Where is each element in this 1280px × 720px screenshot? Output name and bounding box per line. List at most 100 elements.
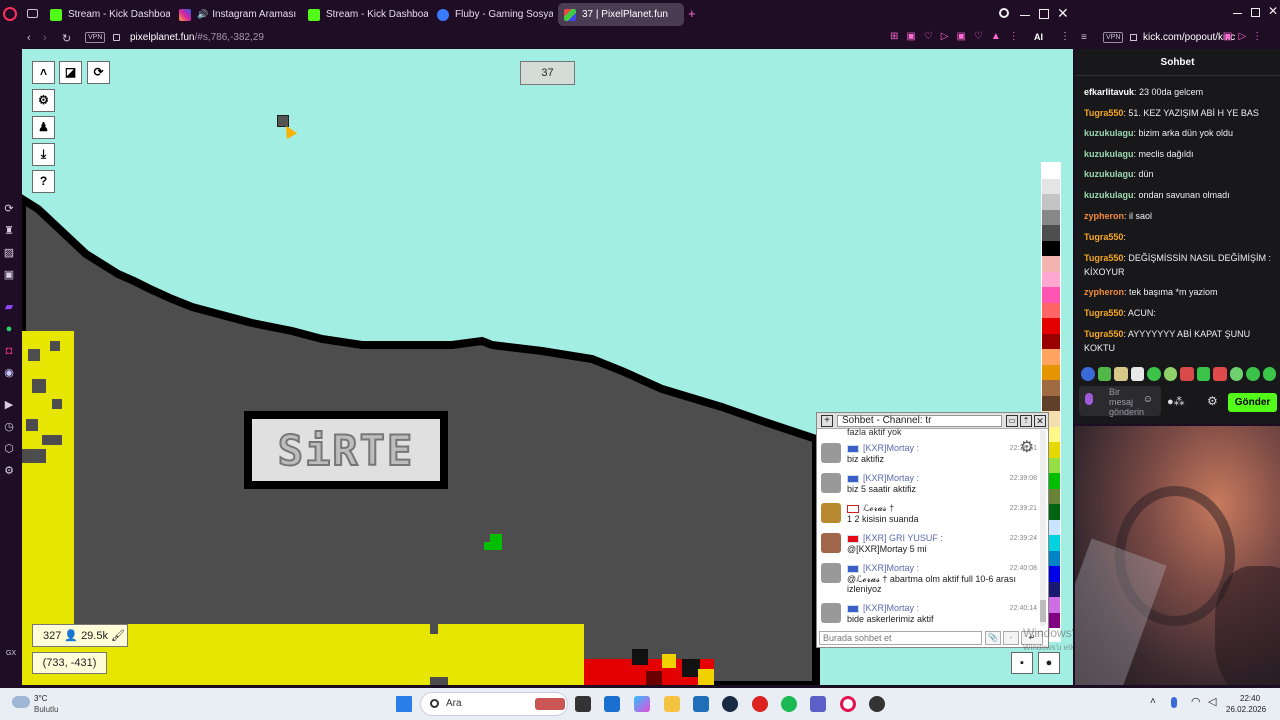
palette-color-0[interactable]: [1042, 163, 1060, 179]
opera-gx-icon[interactable]: [840, 696, 856, 712]
mic-tray-icon[interactable]: [1171, 697, 1177, 708]
emoji-button[interactable]: ·: [1003, 631, 1019, 645]
collapse-menu-button[interactable]: ˄: [32, 61, 55, 84]
emote-icon[interactable]: [1246, 367, 1260, 381]
tab-instagram[interactable]: 🔊 Instagram Araması: [173, 3, 299, 26]
maximize-icon-2[interactable]: [1251, 8, 1260, 17]
canvas-select-button[interactable]: ◪: [59, 61, 82, 84]
kick-username[interactable]: kuzukulagu: [1084, 128, 1134, 138]
lock-icon[interactable]: [113, 34, 120, 41]
kick-username[interactable]: zypheron: [1084, 287, 1124, 297]
chat-close-icon[interactable]: ✕: [1034, 414, 1046, 427]
palette-color-3[interactable]: [1042, 209, 1060, 225]
chat-username[interactable]: ℒ𝓸𝓻𝓪𝓼 †: [847, 503, 894, 514]
attach-icon[interactable]: 📎: [985, 631, 1001, 645]
menu-lines-icon[interactable]: ≡: [1081, 32, 1087, 43]
emote-icon[interactable]: [1130, 367, 1144, 381]
forward-icon[interactable]: ›: [43, 32, 47, 44]
teams-icon[interactable]: [810, 696, 826, 712]
weather-icon[interactable]: [12, 696, 30, 708]
tab-kick-dashboard-2[interactable]: Stream - Kick Dashboard: [302, 3, 428, 26]
speaker-icon[interactable]: 🔊: [197, 9, 208, 20]
palette-color-15[interactable]: [1042, 395, 1060, 411]
weather-desc[interactable]: Bulutlu: [34, 705, 58, 714]
download-button[interactable]: ⤓: [32, 143, 55, 166]
chat-username[interactable]: [KXR]Mortay :: [847, 443, 919, 453]
kick-settings-icon[interactable]: ⚙: [1207, 394, 1218, 408]
copilot-icon[interactable]: [634, 696, 650, 712]
chat-input[interactable]: Burada sohbet et: [819, 631, 982, 645]
instagram-sidebar-icon[interactable]: ◘: [2, 344, 16, 358]
chat-toggle-button[interactable]: ▪: [1011, 652, 1033, 674]
ai-button[interactable]: AI: [1034, 32, 1043, 42]
search-tabs-icon[interactable]: [999, 8, 1009, 18]
palette-color-12[interactable]: [1042, 349, 1060, 365]
kick-emote-row[interactable]: [1081, 367, 1276, 381]
chat-popout-icon[interactable]: ▭: [1006, 414, 1018, 427]
chat-scrollbar[interactable]: [1040, 430, 1046, 626]
move-button[interactable]: ⟳: [87, 61, 110, 84]
tab-fluby[interactable]: Fluby - Gaming Sosyal Me: [431, 3, 553, 26]
kick-username[interactable]: kuzukulagu: [1084, 169, 1134, 179]
emote-icon[interactable]: [1262, 367, 1276, 381]
emote-icon[interactable]: [1147, 367, 1161, 381]
kick-message-input[interactable]: Bir mesaj gönderin ☺: [1079, 386, 1161, 417]
chat-username[interactable]: [KXR]Mortay :: [847, 563, 919, 573]
lock-icon-2[interactable]: [1130, 34, 1137, 41]
kick-username[interactable]: Tugra550: [1084, 253, 1123, 263]
kick-username[interactable]: kuzukulagu: [1084, 190, 1134, 200]
kick-username[interactable]: Tugra550: [1084, 308, 1123, 318]
task-view-icon[interactable]: [575, 696, 591, 712]
whatsapp-icon[interactable]: ●: [2, 322, 16, 336]
store-icon[interactable]: [693, 696, 709, 712]
settings-icon[interactable]: ⚙: [2, 464, 16, 478]
vpn-badge[interactable]: VPN: [85, 32, 106, 43]
palette-color-9[interactable]: [1042, 302, 1060, 318]
outlook-icon[interactable]: [604, 696, 620, 712]
palette-color-13[interactable]: [1042, 364, 1060, 380]
player-icon[interactable]: ▶: [2, 398, 16, 412]
settings-button[interactable]: ⚙: [32, 89, 55, 112]
palette-color-4[interactable]: [1042, 225, 1060, 241]
emoji-icon[interactable]: ☺: [1143, 394, 1153, 405]
close-icon[interactable]: ✕: [1057, 5, 1069, 22]
kick-username[interactable]: efkarlitavuk: [1084, 87, 1134, 97]
obs-icon[interactable]: [869, 696, 885, 712]
tab-kick-dashboard-1[interactable]: Stream - Kick Dashboard: [44, 3, 170, 26]
weather-temp[interactable]: 3°C: [34, 694, 47, 703]
tab-pixelplanet[interactable]: 37 | PixelPlanet.fun: [558, 3, 684, 26]
emote-icon[interactable]: [1213, 367, 1227, 381]
chat-add-icon[interactable]: +: [821, 414, 833, 427]
kick-send-button[interactable]: Gönder: [1228, 393, 1277, 412]
back-icon[interactable]: ‹: [27, 32, 31, 44]
steam-icon[interactable]: [722, 696, 738, 712]
popout-url[interactable]: kick.com/popout/kixc: [1143, 32, 1235, 43]
kick-username[interactable]: Tugra550: [1084, 108, 1123, 118]
file-explorer-icon[interactable]: [664, 696, 680, 712]
chat-bubble-button[interactable]: ●: [1038, 652, 1060, 674]
palette-color-2[interactable]: [1042, 194, 1060, 210]
new-tab-icon[interactable]: +: [688, 6, 696, 21]
pin-board-icon[interactable]: ▨: [2, 246, 16, 260]
kick-users-icon[interactable]: ●⁂: [1167, 395, 1185, 408]
mic-icon[interactable]: [1085, 393, 1093, 405]
emote-icon[interactable]: [1180, 367, 1194, 381]
tab-manager-icon[interactable]: [27, 9, 38, 18]
clock-date[interactable]: 26.02.2026: [1226, 705, 1266, 714]
chat-expand-icon[interactable]: ⇡: [1020, 414, 1032, 427]
maximize-icon[interactable]: [1039, 9, 1049, 19]
extension-icons-2[interactable]: ▣▷⋮: [1223, 31, 1268, 42]
palette-color-10[interactable]: [1042, 318, 1060, 334]
reload-icon[interactable]: ↻: [62, 32, 71, 45]
history-icon[interactable]: ⟳: [2, 202, 16, 216]
help-button[interactable]: ?: [32, 170, 55, 193]
tray-chevron-icon[interactable]: ˄: [1150, 696, 1156, 707]
emote-icon[interactable]: [1097, 367, 1111, 381]
clock-icon[interactable]: ◷: [2, 420, 16, 434]
clock-time[interactable]: 22:40: [1240, 694, 1260, 703]
chat-window[interactable]: + Sohbet - Channel: tr ▭ ⇡ ✕ ⚙ fazla akt…: [816, 412, 1049, 648]
pixel-canvas[interactable]: SiRTE ˄ ◪ ⟳ ⚙ ♟ ⤓ ? 37 327 👤 29.5k 🖌 (73…: [22, 49, 1073, 685]
more-icon[interactable]: ⋮: [1060, 31, 1070, 42]
vpn-badge-2[interactable]: VPN: [1103, 32, 1124, 43]
extensions-icon[interactable]: ⬡: [2, 442, 16, 456]
